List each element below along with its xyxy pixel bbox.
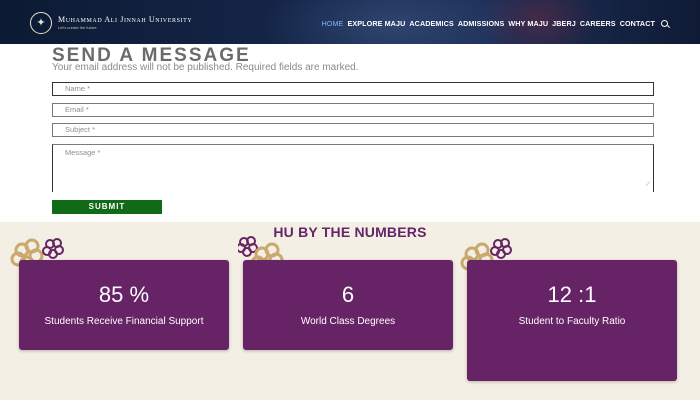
stat-value: 12 :1 bbox=[547, 282, 597, 307]
stat-label: Student to Faculty Ratio bbox=[518, 316, 626, 327]
submit-button[interactable]: SUBMIT bbox=[52, 200, 162, 214]
brand-name: Muhammad Ali Jinnah University bbox=[58, 15, 193, 24]
message-placeholder: Message * bbox=[65, 148, 101, 157]
subject-input[interactable]: Subject * bbox=[52, 123, 654, 137]
nav-jberj[interactable]: JBERJ bbox=[552, 19, 576, 28]
site-header: ✦ Muhammad Ali Jinnah University Let's c… bbox=[0, 0, 700, 44]
name-input[interactable]: Name * bbox=[52, 82, 654, 96]
nav-admissions[interactable]: ADMISSIONS bbox=[458, 19, 505, 28]
message-textarea[interactable]: Message * ⟋ bbox=[52, 144, 654, 192]
form-note: Your email address will not be published… bbox=[52, 62, 359, 73]
nav-home[interactable]: HOME bbox=[321, 19, 343, 28]
nav-contact[interactable]: CONTACT bbox=[620, 19, 655, 28]
university-logo-icon[interactable]: ✦ bbox=[30, 12, 52, 34]
nav-explore-maju[interactable]: EXPLORE MAJU bbox=[347, 19, 405, 28]
contact-form-section: SEND A MESSAGE Your email address will n… bbox=[0, 44, 700, 222]
resize-handle-icon[interactable]: ⟋ bbox=[646, 181, 650, 190]
main-nav: HOME EXPLORE MAJU ACADEMICS ADMISSIONS W… bbox=[321, 19, 668, 28]
stat-label: Students Receive Financial Support bbox=[44, 316, 204, 327]
stat-value: 85 % bbox=[98, 282, 150, 307]
numbers-title: HU BY THE NUMBERS bbox=[273, 224, 427, 240]
stat-label: World Class Degrees bbox=[300, 316, 396, 327]
stat-value: 6 bbox=[341, 282, 355, 307]
search-icon[interactable] bbox=[661, 20, 668, 27]
nav-academics[interactable]: ACADEMICS bbox=[409, 19, 453, 28]
brand[interactable]: Muhammad Ali Jinnah University Let's cre… bbox=[58, 15, 192, 30]
stat-card-faculty-ratio: 12 :1 Student to Faculty Ratio bbox=[467, 260, 677, 381]
stat-card-degrees: 6 World Class Degrees bbox=[243, 260, 453, 350]
brand-tagline: Let's create the future bbox=[58, 25, 97, 30]
stat-card-financial-support: 85 % Students Receive Financial Support bbox=[19, 260, 229, 350]
email-input[interactable]: Email * bbox=[52, 103, 654, 117]
nav-why-maju[interactable]: WHY MAJU bbox=[508, 19, 548, 28]
nav-careers[interactable]: CAREERS bbox=[580, 19, 616, 28]
